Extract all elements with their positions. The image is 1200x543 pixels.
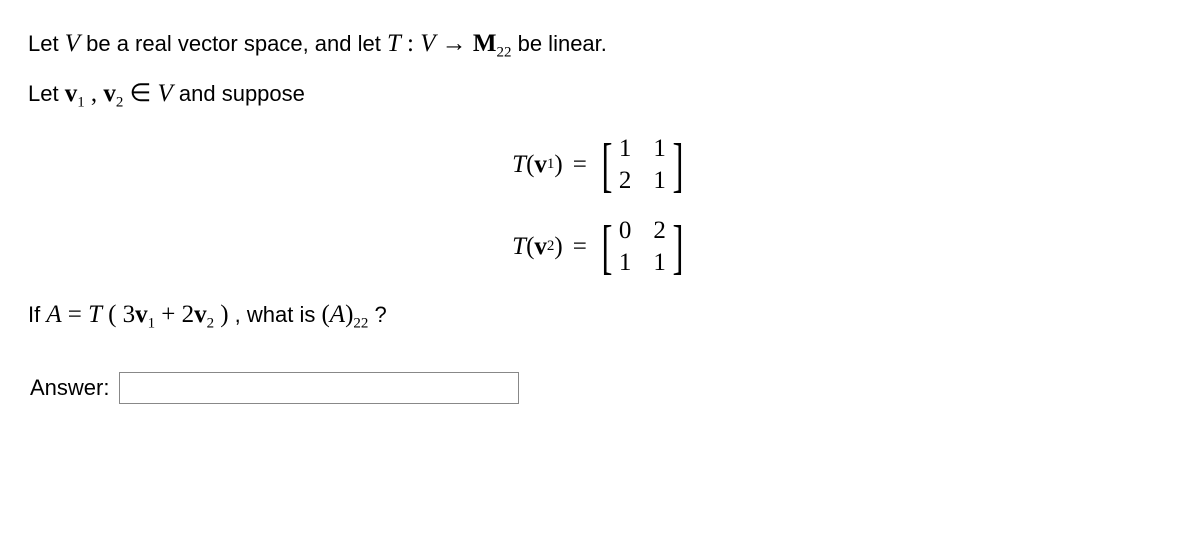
text: be linear. <box>518 31 607 56</box>
lparen2: ( <box>321 301 329 328</box>
sub-1: 1 <box>77 95 85 111</box>
colon: : <box>407 30 420 57</box>
v: v <box>534 233 547 261</box>
text: If <box>28 302 46 327</box>
T: T <box>512 233 526 261</box>
var-V-2: V <box>420 30 435 57</box>
m11: 1 <box>619 135 632 163</box>
m22: 1 <box>653 249 666 277</box>
T: T <box>512 151 526 179</box>
display-equations: T ( v1 ) = [ 1 1 2 1 ] T ( v2 ) = [ 0 2 … <box>28 135 1172 277</box>
answer-input[interactable] <box>119 372 519 404</box>
intro-line-1: Let V be a real vector space, and let T … <box>28 24 1172 64</box>
m12: 1 <box>653 135 666 163</box>
arrow-icon: → <box>442 30 473 57</box>
m11: 0 <box>619 217 632 245</box>
equals: = <box>573 151 587 179</box>
element-of-icon: ∈ <box>129 80 157 107</box>
var-A: A <box>46 301 61 328</box>
lparen: ( <box>108 301 116 328</box>
sub: 1 <box>547 156 555 173</box>
equals: = <box>573 233 587 261</box>
coef-2: 2 <box>182 301 195 328</box>
equation-Tv2: T ( v2 ) = [ 0 2 1 1 ] <box>512 217 688 277</box>
bracket-right-icon: ] <box>672 142 683 188</box>
intro-line-2: Let v1 , v2 ∈ V and suppose <box>28 74 1172 114</box>
var-T: T <box>387 30 401 57</box>
sub1: 1 <box>148 315 156 331</box>
var-v1: v <box>65 80 78 107</box>
comma: , <box>91 80 104 107</box>
bracket-left-icon: [ <box>601 224 612 270</box>
m22: 1 <box>653 167 666 195</box>
rparen: ) <box>220 301 228 328</box>
v: v <box>135 301 148 328</box>
equals: = <box>68 301 88 328</box>
lparen: ( <box>526 151 534 179</box>
text: Let <box>28 31 65 56</box>
sub-22: 22 <box>353 315 368 331</box>
sub-2: 2 <box>116 95 124 111</box>
m12: 2 <box>653 217 666 245</box>
var-v2: v <box>103 80 116 107</box>
plus: + <box>161 301 181 328</box>
question-line: If A = T ( 3v1 + 2v2 ) , what is (A)22 ? <box>28 301 1172 332</box>
answer-label: Answer: <box>30 375 109 401</box>
equation-Tv1: T ( v1 ) = [ 1 1 2 1 ] <box>512 135 688 195</box>
text: be a real vector space, and let <box>86 31 387 56</box>
v: v <box>194 301 207 328</box>
bracket-right-icon: ] <box>672 224 683 270</box>
rparen: ) <box>554 233 562 261</box>
m21: 2 <box>619 167 632 195</box>
matrix-1: [ 1 1 2 1 ] <box>597 135 688 195</box>
lparen: ( <box>526 233 534 261</box>
bracket-left-icon: [ <box>601 142 612 188</box>
sub: 2 <box>547 238 555 255</box>
qmark: ? <box>375 302 387 327</box>
var-V: V <box>65 30 80 57</box>
answer-row: Answer: <box>30 372 1172 404</box>
var-M: M <box>473 30 497 57</box>
sub2: 2 <box>207 315 215 331</box>
sub-M22: 22 <box>496 44 511 60</box>
m21: 1 <box>619 249 632 277</box>
matrix-2: [ 0 2 1 1 ] <box>597 217 688 277</box>
coef-3: 3 <box>123 301 136 328</box>
var-V-3: V <box>157 80 172 107</box>
v: v <box>534 151 547 179</box>
text: Let <box>28 81 65 106</box>
var-T: T <box>88 301 102 328</box>
var-A-2: A <box>330 301 345 328</box>
text: , what is <box>235 302 322 327</box>
text: and suppose <box>179 81 305 106</box>
rparen: ) <box>554 151 562 179</box>
